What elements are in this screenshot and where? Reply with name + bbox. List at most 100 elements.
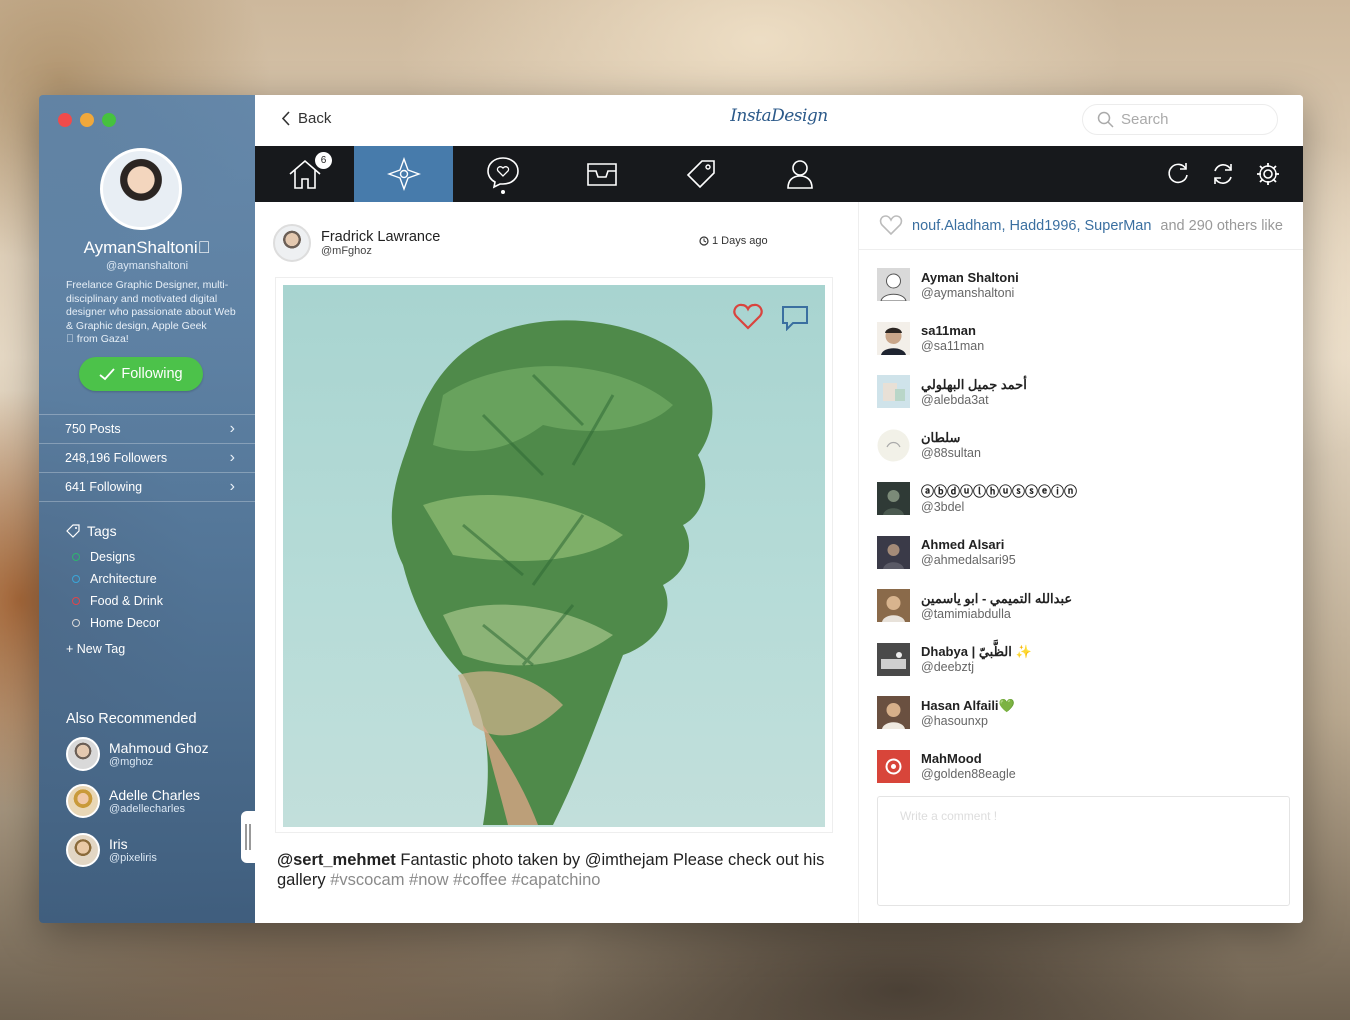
- nav-inbox[interactable]: [552, 146, 651, 202]
- post-photo[interactable]: [283, 285, 825, 827]
- chat-icon: [486, 157, 519, 194]
- liker-handle: @ahmedalsari95: [921, 553, 1016, 568]
- liker-name: عبدالله التميمي - ابو ياسمين: [921, 590, 1073, 606]
- liker-name: سلطان: [921, 430, 961, 446]
- liker-name: sa11man: [921, 323, 976, 339]
- post-timestamp: 1 Days ago: [699, 235, 768, 247]
- recommended-user[interactable]: Adelle Charles @adellecharles: [66, 784, 200, 818]
- top-bar: Back InstaDesign Search: [255, 95, 1303, 146]
- list-item[interactable]: ⓐⓑⓓⓤⓛⓗⓤⓢⓢⓔⓘⓝ @3bdel: [877, 472, 1077, 526]
- window-controls: [58, 113, 116, 127]
- list-item[interactable]: Dhabya | الظَّبيّ ✨ @deebztj: [877, 633, 1077, 687]
- tag-item-food-drink[interactable]: Food & Drink: [72, 590, 163, 612]
- list-item[interactable]: sa11man @sa11man: [877, 312, 1077, 366]
- avatar: [877, 535, 910, 569]
- apple-icon: : [198, 238, 211, 257]
- tags-title: Tags: [87, 523, 117, 539]
- user-icon: [786, 160, 813, 189]
- recommended-handle: @pixeliris: [109, 852, 157, 864]
- liker-handle: @alebda3at: [921, 392, 989, 407]
- avatar: [877, 268, 910, 302]
- sidebar-resize-handle[interactable]: [241, 811, 255, 863]
- refresh-icon[interactable]: [1165, 161, 1191, 187]
- profile-name: AymanShaltoni: [39, 238, 255, 258]
- tag-item-designs[interactable]: Designs: [72, 546, 163, 568]
- recommended-user[interactable]: Iris @pixeliris: [66, 833, 157, 867]
- list-item[interactable]: أحمد جميل البهلولي @alebda3at: [877, 365, 1077, 419]
- nav-explore[interactable]: [354, 146, 453, 202]
- liker-handle: @aymanshaltoni: [921, 285, 1015, 300]
- profile-avatar[interactable]: [100, 148, 182, 230]
- tag-item-home-decor[interactable]: Home Decor: [72, 612, 163, 634]
- liker-name: Ayman Shaltoni: [921, 269, 1019, 285]
- like-heart-icon[interactable]: [733, 303, 763, 330]
- settings-icon[interactable]: [1255, 161, 1281, 187]
- profile-stats: 750 Posts › 248,196 Followers › 641 Follow…: [39, 414, 255, 502]
- following-button[interactable]: Following: [79, 357, 203, 391]
- list-item[interactable]: MahMood @golden88eagle: [877, 740, 1077, 794]
- tag-icon: [66, 524, 80, 538]
- stat-followers[interactable]: 248,196 Followers ›: [39, 443, 255, 472]
- profile-bio-text: Freelance Graphic Designer, multi-discip…: [66, 279, 236, 332]
- check-icon: [99, 367, 116, 380]
- liker-handle: @3bdel: [921, 499, 965, 514]
- list-item[interactable]: Ayman Shaltoni @aymanshaltoni: [877, 258, 1077, 312]
- liker-handle: @tamimiabdulla: [921, 606, 1011, 621]
- liker-handle: @deebztj: [921, 660, 974, 675]
- maximize-window-button[interactable]: [102, 113, 116, 127]
- search-icon: [1097, 111, 1114, 128]
- new-tag-link[interactable]: + New Tag: [66, 642, 125, 656]
- search-input[interactable]: Search: [1082, 104, 1278, 135]
- stat-label: 248,196 Followers: [65, 451, 168, 465]
- liker-handle: @hasounxp: [921, 713, 988, 728]
- tag-label: Home Decor: [90, 616, 161, 630]
- avatar: [877, 375, 910, 409]
- chevron-right-icon: ›: [229, 478, 235, 495]
- content-area: Fradrick Lawrance @mFghoz 1 Days ago @se…: [255, 202, 1303, 923]
- tag-item-architecture[interactable]: Architecture: [72, 568, 163, 590]
- inbox-icon: [586, 163, 617, 186]
- comment-icon[interactable]: [781, 305, 809, 331]
- caption-username[interactable]: @sert_mehmet: [277, 851, 396, 869]
- search-placeholder: Search: [1121, 111, 1169, 128]
- liker-name: ⓐⓑⓓⓤⓛⓗⓤⓢⓢⓔⓘⓝ: [921, 483, 1078, 499]
- caption-hashtags[interactable]: #vscocam #now #coffee #capatchino: [330, 871, 600, 889]
- post-caption: @sert_mehmet Fantastic photo taken by @i…: [277, 850, 837, 890]
- avatar: [877, 696, 910, 730]
- stat-posts[interactable]: 750 Posts ›: [39, 414, 255, 443]
- profile-handle: @aymanshaltoni: [105, 260, 189, 272]
- nav-messages[interactable]: [453, 146, 552, 202]
- recommended-name: Adelle Charles: [109, 787, 201, 803]
- likes-names[interactable]: nouf.Aladham, Hadd1996, SuperMan: [912, 218, 1151, 234]
- nav-home[interactable]: 6: [255, 146, 354, 202]
- tag-color-dot: [72, 619, 80, 627]
- likers-list: Ayman Shaltoni @aymanshaltoni sa11man @sa1…: [877, 258, 1077, 793]
- app-window: AymanShaltoni @aymanshaltoni Freelance …: [39, 95, 1303, 923]
- heart-outline-icon[interactable]: [879, 215, 903, 236]
- nav-profile[interactable]: [750, 146, 849, 202]
- sync-icon[interactable]: [1210, 161, 1236, 187]
- nav-tags[interactable]: [651, 146, 750, 202]
- notification-badge: 6: [315, 152, 332, 169]
- comment-input[interactable]: Write a comment !: [877, 796, 1290, 906]
- stat-following[interactable]: 641 Following ›: [39, 472, 255, 502]
- list-item[interactable]: عبدالله التميمي - ابو ياسمين @tamimiabdul…: [877, 579, 1077, 633]
- list-item[interactable]: Hasan Alfaili💚 @hasounxp: [877, 686, 1077, 740]
- post-time-text: 1 Days ago: [712, 235, 768, 247]
- avatar: [66, 784, 100, 818]
- avatar: [877, 321, 910, 355]
- avatar: [877, 749, 910, 783]
- apple-icon: : [66, 333, 74, 345]
- chevron-right-icon: ›: [229, 420, 235, 437]
- post-author[interactable]: Fradrick Lawrance @mFghoz: [273, 224, 440, 262]
- likes-panel: nouf.Aladham, Hadd1996, SuperMan and 290…: [859, 202, 1303, 923]
- minimize-window-button[interactable]: [80, 113, 94, 127]
- nav-actions: [1165, 146, 1281, 202]
- nav-bar: 6: [255, 146, 1303, 202]
- recommended-user[interactable]: Mahmoud Ghoz @mghoz: [66, 737, 209, 771]
- liker-name: Ahmed Alsari: [921, 537, 1005, 553]
- list-item[interactable]: سلطان @88sultan: [877, 419, 1077, 473]
- stat-label: 750 Posts: [65, 422, 121, 436]
- close-window-button[interactable]: [58, 113, 72, 127]
- list-item[interactable]: Ahmed Alsari @ahmedalsari95: [877, 526, 1077, 580]
